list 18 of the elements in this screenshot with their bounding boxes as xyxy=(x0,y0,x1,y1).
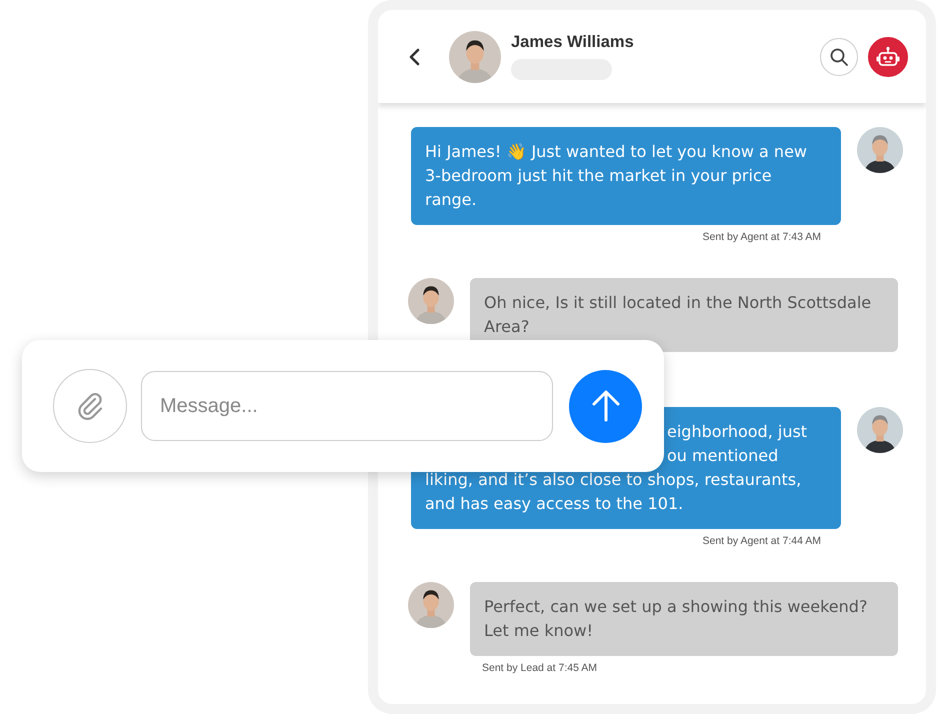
search-button[interactable] xyxy=(820,38,858,76)
message-line: ou mentioned xyxy=(667,445,780,467)
message-bubble: Perfect, can we set up a showing this weekend? Let me know! xyxy=(470,582,898,656)
bot-button[interactable] xyxy=(868,36,908,76)
contact-name: James Williams xyxy=(511,33,635,52)
robot-icon xyxy=(876,46,900,68)
message-input[interactable]: Message... xyxy=(141,371,553,441)
message-bubble: Oh nice, Is it still located in the North Scottsdale Area? xyxy=(470,278,898,352)
message-line: eighborhood, just xyxy=(667,421,808,443)
message-line: liking, and it’s also close to shops, restaurants, xyxy=(425,469,802,491)
arrow-up-icon xyxy=(590,389,622,423)
search-icon xyxy=(829,46,849,66)
message-timestamp: Sent by Agent at 7:44 AM xyxy=(702,534,821,549)
message-timestamp: Sent by Lead at 7:45 AM xyxy=(482,661,597,676)
back-icon[interactable] xyxy=(408,48,422,66)
message-bubble: Hi James! 👋 Just wanted to let you know a new 3-bedroom just hit the market in your price range. xyxy=(411,127,841,225)
message-timestamp: Sent by Agent at 7:43 AM xyxy=(702,230,821,245)
message-line: and has easy access to the 101. xyxy=(425,493,684,515)
